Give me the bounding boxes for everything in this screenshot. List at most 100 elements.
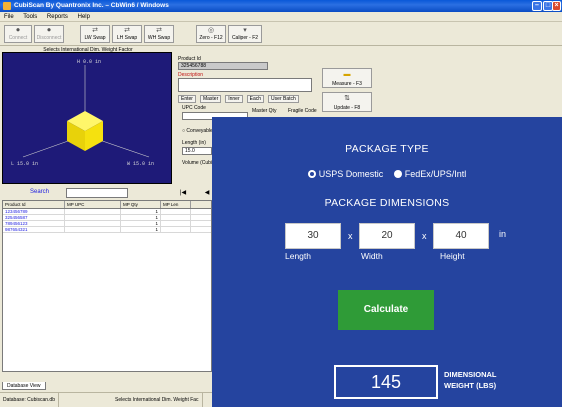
update-icon: ⇅	[344, 95, 350, 102]
master-qty-label: Master Qty	[252, 108, 277, 114]
package-type-title: PACKAGE TYPE	[345, 143, 429, 155]
cell-product-id: 987654321	[3, 227, 65, 232]
zero-button[interactable]: ◎ Zero - F12	[196, 25, 226, 43]
times-sign: x	[348, 231, 353, 241]
screen: CubiScan By Quantronix Inc. – CbWin6 / W…	[0, 0, 562, 407]
cell-upc	[65, 227, 121, 232]
lw-swap-label: LW Swap	[84, 35, 106, 41]
menu-help[interactable]: Help	[78, 14, 90, 20]
cell-len	[161, 227, 191, 232]
grid-header: Product Id MP UPC MP Qty MP Len	[3, 201, 211, 209]
wh-swap-button[interactable]: ⇄ WH Swap	[144, 25, 174, 43]
cell-product-id: 325456587	[3, 215, 65, 220]
unplug-icon: ⏺	[47, 27, 51, 34]
pack-level-tabs: Enter Master Inner Each User Batch	[178, 95, 303, 103]
menu-tools[interactable]: Tools	[23, 14, 37, 20]
dim-weight-calculator: PACKAGE TYPE USPS Domestic FedEx/UPS/Int…	[212, 117, 562, 407]
cell-product-id: 123456789	[3, 209, 65, 214]
first-record-icon[interactable]: |◀	[176, 188, 190, 198]
search-bar: Search |◀ ◀	[2, 186, 214, 200]
swap-icon: ⇄	[124, 27, 130, 34]
caliper-button[interactable]: ▾ Caliper - F2	[228, 25, 262, 43]
length-label: L 15.0 in	[11, 161, 39, 167]
height-label: H 0.0 in	[77, 59, 102, 65]
height-input[interactable]: 40	[433, 223, 489, 249]
tab-database-view[interactable]: Database View	[2, 382, 46, 390]
cell-upc	[65, 209, 121, 214]
fedex-ups-intl-option[interactable]: FedEx/UPS/Intl	[393, 169, 467, 179]
cell-upc	[65, 221, 121, 226]
swap-icon: ⇄	[156, 27, 162, 34]
minimize-icon[interactable]: –	[532, 1, 542, 11]
zero-label: Zero - F12	[199, 35, 223, 41]
search-label: Search	[30, 189, 50, 195]
dimensional-weight-label: DIMENSIONAL WEIGHT (LBS)	[444, 370, 497, 390]
width-label: W 15.0 in	[127, 161, 155, 167]
update-label: Update - F8	[333, 105, 361, 111]
col-mp-qty[interactable]: MP Qty	[121, 201, 161, 208]
connect-label: Connect	[8, 35, 28, 41]
cell-qty: 1	[121, 209, 161, 214]
product-grid: Product Id MP UPC MP Qty MP Len 12345678…	[2, 200, 212, 372]
update-button[interactable]: ⇅ Update - F8	[322, 92, 372, 112]
caliper-label: Caliper - F2	[231, 35, 259, 41]
description-field[interactable]	[178, 78, 312, 92]
unit-label: in	[499, 229, 507, 239]
upc-label: UPC Code	[182, 105, 206, 111]
calculate-button[interactable]: Calculate	[338, 290, 434, 330]
cell-len	[161, 221, 191, 226]
length-field[interactable]: 15.0	[182, 147, 212, 155]
swap-icon: ⇄	[92, 27, 98, 34]
length-caption: Length	[285, 251, 311, 261]
conveyable-checkbox[interactable]: ○ Conveyable	[182, 128, 213, 134]
cell-product-id: 789456123	[3, 221, 65, 226]
table-row[interactable]: 987654321 1	[3, 227, 211, 233]
length-input[interactable]: 30	[285, 223, 341, 249]
tab-user-batch[interactable]: User Batch	[268, 95, 299, 103]
tab-inner[interactable]: Inner	[225, 95, 243, 103]
height-caption: Height	[440, 251, 465, 261]
col-product-id[interactable]: Product Id	[3, 201, 65, 208]
plug-icon: ⏺	[16, 27, 20, 34]
conveyable-label: Conveyable	[186, 128, 213, 134]
search-input[interactable]	[66, 188, 128, 198]
tab-master[interactable]: Master	[199, 95, 222, 103]
fragile-label: Fragile Code	[288, 108, 317, 114]
usps-domestic-option[interactable]: USPS Domestic	[307, 169, 384, 179]
menu-reports[interactable]: Reports	[47, 14, 68, 20]
product-id-field[interactable]: 325456788	[178, 62, 268, 70]
app-icon	[3, 2, 11, 10]
close-icon[interactable]: ×	[552, 1, 561, 11]
tab-each[interactable]: Each	[246, 95, 265, 103]
lw-swap-button[interactable]: ⇄ LW Swap	[80, 25, 110, 43]
measure-button[interactable]: ▬ Measure - F3	[322, 68, 372, 88]
measure-label: Measure - F3	[332, 81, 362, 87]
menu-file[interactable]: File	[4, 14, 14, 20]
title-bar: CubiScan By Quantronix Inc. – CbWin6 / W…	[0, 0, 562, 12]
width-input[interactable]: 20	[359, 223, 415, 249]
radio-selected-icon	[307, 170, 316, 178]
caliper-icon: ▾	[243, 27, 247, 34]
disconnect-button[interactable]: ⏺ Disconnect	[34, 25, 64, 43]
cell-upc	[65, 215, 121, 220]
usps-domestic-label: USPS Domestic	[318, 169, 384, 179]
toolbar: ⏺ Connect ⏺ Disconnect ⇄ LW Swap ⇄ LH Swap ⇄…	[0, 22, 562, 46]
wh-swap-label: WH Swap	[147, 35, 171, 41]
width-caption: Width	[361, 251, 383, 261]
menu-bar: File Tools Reports Help	[0, 12, 562, 22]
measure-icon: ▬	[343, 71, 351, 78]
status-database: Database: Cubiscan.db	[0, 393, 59, 407]
lh-swap-button[interactable]: ⇄ LH Swap	[112, 25, 142, 43]
cell-qty: 1	[121, 227, 161, 232]
dimensional-weight-result: 145	[334, 365, 438, 399]
package-type-options: USPS Domestic FedEx/UPS/Intl	[212, 169, 562, 179]
col-mp-upc[interactable]: MP UPC	[65, 201, 121, 208]
connect-button[interactable]: ⏺ Connect	[4, 25, 32, 43]
col-mp-len[interactable]: MP Len	[161, 201, 191, 208]
fedex-ups-intl-label: FedEx/UPS/Intl	[404, 169, 467, 179]
cell-len	[161, 215, 191, 220]
cell-len	[161, 209, 191, 214]
tab-enter[interactable]: Enter	[178, 95, 196, 103]
cell-qty: 1	[121, 221, 161, 226]
length-field-label: Length (in)	[182, 140, 206, 146]
